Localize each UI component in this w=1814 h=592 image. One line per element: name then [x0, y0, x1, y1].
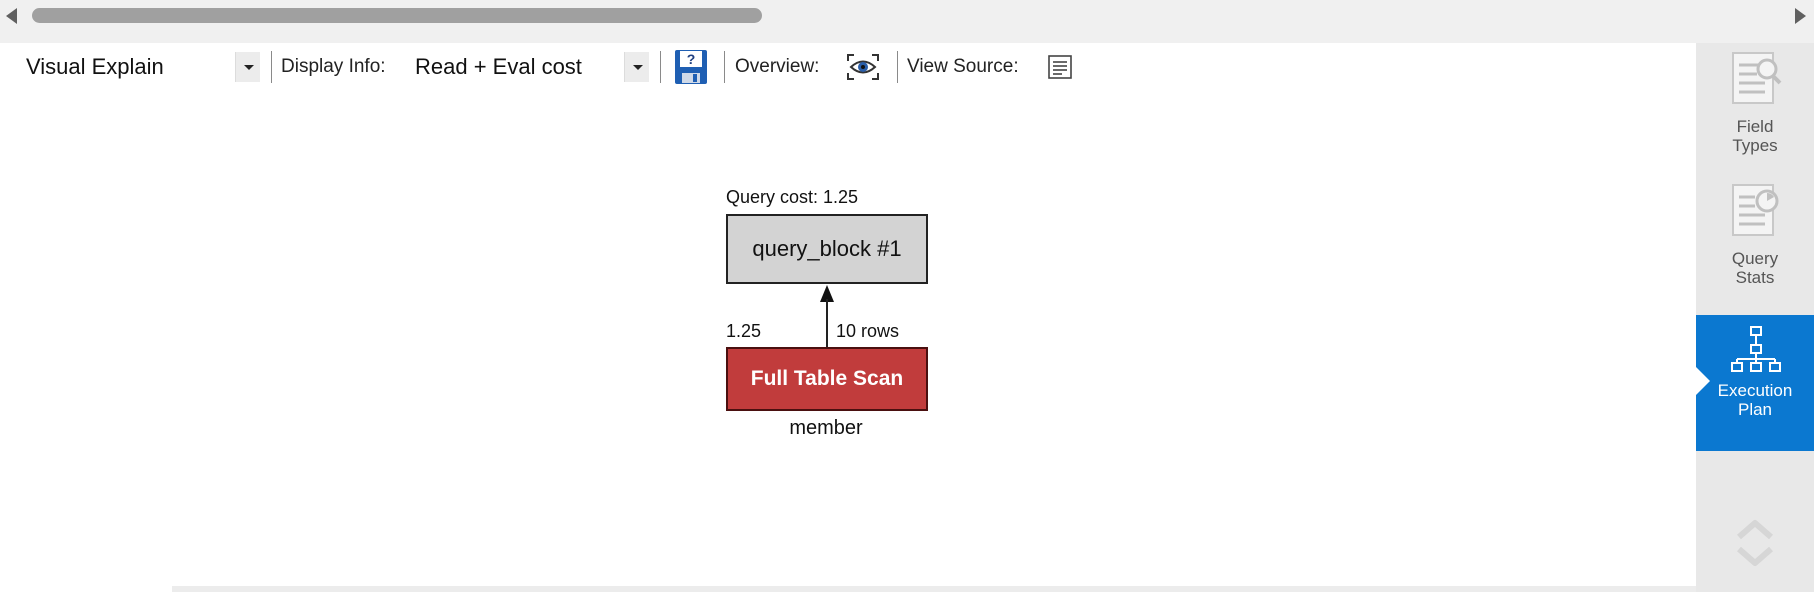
- side-tab-label: Plan: [1737, 400, 1773, 419]
- document-icon: [1048, 55, 1072, 79]
- side-tab-label: Field: [1736, 117, 1774, 136]
- query-block-node[interactable]: query_block #1: [726, 214, 928, 284]
- explain-toolbar: Visual Explain Display Info: Read + Eval…: [0, 43, 1696, 91]
- overview-label-text: Overview:: [735, 56, 820, 77]
- view-source-label: View Source:: [907, 43, 1019, 91]
- visual-explain-canvas[interactable]: Query cost: 1.25 query_block #1 1.25 10 …: [0, 91, 1696, 586]
- view-mode-select[interactable]: Visual Explain: [26, 43, 164, 91]
- active-tab-indicator: [1696, 367, 1710, 395]
- display-info-select[interactable]: Read + Eval cost: [415, 43, 582, 91]
- query-block-label: query_block #1: [752, 236, 902, 261]
- side-panel-scroll-button[interactable]: [1696, 513, 1814, 573]
- table-name-label: member: [789, 417, 863, 439]
- toolbar-separator: [660, 51, 661, 83]
- svg-text:?: ?: [687, 51, 696, 67]
- result-side-panel: Field Types Query Stats Execution Plan: [1696, 43, 1814, 592]
- view-mode-value: Visual Explain: [26, 54, 164, 79]
- display-info-dropdown-button[interactable]: [624, 52, 649, 82]
- scrollbar-thumb[interactable]: [32, 8, 762, 23]
- query-cost-label: Query cost: 1.25: [726, 187, 859, 207]
- full-table-scan-node[interactable]: Full Table Scan: [726, 347, 928, 411]
- side-tab-label: Query: [1731, 249, 1779, 268]
- side-tab-execution-plan[interactable]: Execution Plan: [1696, 315, 1814, 451]
- save-icon: ?: [675, 50, 707, 84]
- toolbar-separator: [724, 51, 725, 83]
- side-tab-field-types[interactable]: Field Types: [1696, 43, 1814, 161]
- view-source-label-text: View Source:: [907, 56, 1019, 77]
- field-types-icon: [1732, 52, 1782, 104]
- query-stats-icon: [1732, 184, 1779, 236]
- display-info-label-text: Display Info:: [281, 56, 386, 77]
- scroll-left-arrow-icon[interactable]: [6, 8, 17, 24]
- horizontal-scrollbar[interactable]: [0, 0, 1814, 43]
- side-tab-label: Execution: [1717, 381, 1793, 400]
- edge-rows-label: 10 rows: [836, 321, 900, 341]
- edge-cost-label: 1.25: [726, 321, 762, 341]
- full-table-scan-label: Full Table Scan: [750, 367, 904, 390]
- result-panel: Visual Explain Display Info: Read + Eval…: [0, 43, 1696, 592]
- toolbar-separator: [271, 51, 272, 83]
- side-tab-query-stats[interactable]: Query Stats: [1696, 179, 1814, 297]
- view-source-button[interactable]: [1047, 43, 1073, 91]
- scroll-right-arrow-icon[interactable]: [1795, 8, 1806, 24]
- display-info-label: Display Info:: [281, 43, 386, 91]
- side-tab-label: Stats: [1735, 268, 1775, 287]
- bottom-scrollbar-track[interactable]: [172, 586, 1696, 592]
- save-button[interactable]: ?: [674, 43, 708, 91]
- execution-plan-icon: [1731, 326, 1781, 372]
- display-info-value: Read + Eval cost: [415, 54, 582, 79]
- toolbar-separator: [897, 51, 898, 83]
- scroll-up-down-icon: [1737, 520, 1773, 566]
- side-tab-label: Types: [1732, 136, 1778, 155]
- view-mode-dropdown-button[interactable]: [235, 52, 260, 82]
- overview-label: Overview:: [735, 43, 819, 91]
- overview-button[interactable]: [846, 43, 880, 91]
- eye-icon: [847, 54, 879, 80]
